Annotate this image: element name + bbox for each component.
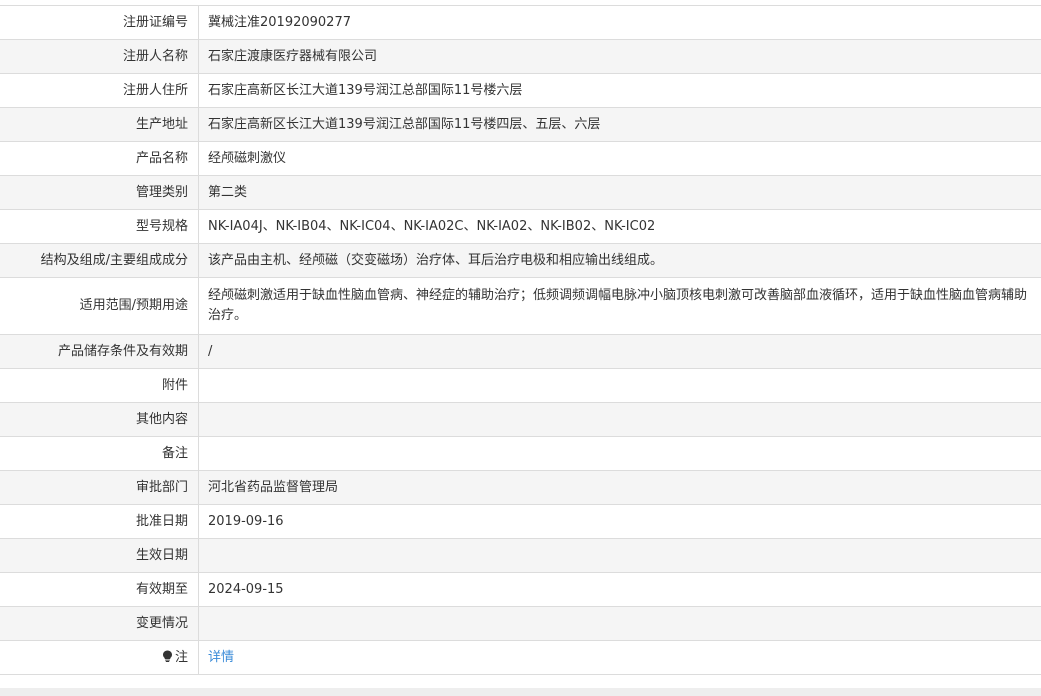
table-row: 有效期至 2024-09-15 xyxy=(0,572,1041,607)
table-row: 适用范围/预期用途 经颅磁刺激适用于缺血性脑血管病、神经症的辅助治疗；低频调频调… xyxy=(0,277,1041,335)
row-label-registrant-address: 注册人住所 xyxy=(0,73,199,108)
row-value-approval-date: 2019-09-16 xyxy=(198,504,1041,539)
row-label-production-address: 生产地址 xyxy=(0,107,199,142)
row-value-structure-composition: 该产品由主机、经颅磁（交变磁场）治疗体、耳后治疗电极和相应输出线组成。 xyxy=(198,243,1041,278)
row-value-product-name: 经颅磁刺激仪 xyxy=(198,141,1041,176)
row-label-note: 注 xyxy=(0,640,199,675)
registration-detail-table: 注册证编号 冀械注准20192090277 注册人名称 石家庄渡康医疗器械有限公… xyxy=(0,6,1041,675)
row-label-intended-use: 适用范围/预期用途 xyxy=(0,277,199,335)
row-value-note: 详情 xyxy=(198,640,1041,675)
row-value-other-content xyxy=(198,402,1041,437)
row-label-other-content: 其他内容 xyxy=(0,402,199,437)
row-value-approval-department: 河北省药品监督管理局 xyxy=(198,470,1041,505)
table-row: 附件 xyxy=(0,368,1041,403)
row-value-registrant-name: 石家庄渡康医疗器械有限公司 xyxy=(198,39,1041,74)
row-label-product-name: 产品名称 xyxy=(0,141,199,176)
row-value-attachment xyxy=(198,368,1041,403)
table-row: 管理类别 第二类 xyxy=(0,175,1041,210)
row-value-registration-number: 冀械注准20192090277 xyxy=(198,6,1041,40)
table-row: 注册证编号 冀械注准20192090277 xyxy=(0,6,1041,40)
lightbulb-icon xyxy=(162,650,172,662)
table-row: 备注 xyxy=(0,436,1041,471)
row-value-model-spec: NK-IA04J、NK-IB04、NK-IC04、NK-IA02C、NK-IA0… xyxy=(198,209,1041,244)
table-row: 产品储存条件及有效期 / xyxy=(0,334,1041,369)
table-row: 变更情况 xyxy=(0,606,1041,641)
table-row: 结构及组成/主要组成成分 该产品由主机、经颅磁（交变磁场）治疗体、耳后治疗电极和… xyxy=(0,243,1041,278)
row-label-approval-date: 批准日期 xyxy=(0,504,199,539)
table-row: 注册人名称 石家庄渡康医疗器械有限公司 xyxy=(0,39,1041,74)
row-label-structure-composition: 结构及组成/主要组成成分 xyxy=(0,243,199,278)
row-label-registrant-name: 注册人名称 xyxy=(0,39,199,74)
row-value-change-status xyxy=(198,606,1041,641)
row-label-registration-number: 注册证编号 xyxy=(0,6,199,40)
row-value-management-category: 第二类 xyxy=(198,175,1041,210)
table-row: 生产地址 石家庄高新区长江大道139号润江总部国际11号楼四层、五层、六层 xyxy=(0,107,1041,142)
table-row: 型号规格 NK-IA04J、NK-IB04、NK-IC04、NK-IA02C、N… xyxy=(0,209,1041,244)
note-label: 注 xyxy=(174,649,188,665)
details-link[interactable]: 详情 xyxy=(208,650,234,665)
table-row: 注册人住所 石家庄高新区长江大道139号润江总部国际11号楼六层 xyxy=(0,73,1041,108)
row-label-attachment: 附件 xyxy=(0,368,199,403)
registration-detail-page: 注册证编号 冀械注准20192090277 注册人名称 石家庄渡康医疗器械有限公… xyxy=(0,0,1041,696)
row-value-remarks xyxy=(198,436,1041,471)
row-label-effective-date: 生效日期 xyxy=(0,538,199,573)
row-value-registrant-address: 石家庄高新区长江大道139号润江总部国际11号楼六层 xyxy=(198,73,1041,108)
row-label-valid-until: 有效期至 xyxy=(0,572,199,607)
table-row: 审批部门 河北省药品监督管理局 xyxy=(0,470,1041,505)
table-row: 其他内容 xyxy=(0,402,1041,437)
row-value-production-address: 石家庄高新区长江大道139号润江总部国际11号楼四层、五层、六层 xyxy=(198,107,1041,142)
row-label-remarks: 备注 xyxy=(0,436,199,471)
row-label-approval-department: 审批部门 xyxy=(0,470,199,505)
row-label-storage-validity: 产品储存条件及有效期 xyxy=(0,334,199,369)
row-label-model-spec: 型号规格 xyxy=(0,209,199,244)
row-label-management-category: 管理类别 xyxy=(0,175,199,210)
table-row: 产品名称 经颅磁刺激仪 xyxy=(0,141,1041,176)
bottom-divider xyxy=(0,688,1041,696)
row-value-storage-validity: / xyxy=(198,334,1041,369)
table-row: 注 详情 xyxy=(0,640,1041,675)
table-row: 生效日期 xyxy=(0,538,1041,573)
table-row: 批准日期 2019-09-16 xyxy=(0,504,1041,539)
row-value-intended-use: 经颅磁刺激适用于缺血性脑血管病、神经症的辅助治疗；低频调频调幅电脉冲小脑顶核电刺… xyxy=(198,277,1041,335)
row-value-effective-date xyxy=(198,538,1041,573)
row-value-valid-until: 2024-09-15 xyxy=(198,572,1041,607)
row-label-change-status: 变更情况 xyxy=(0,606,199,641)
